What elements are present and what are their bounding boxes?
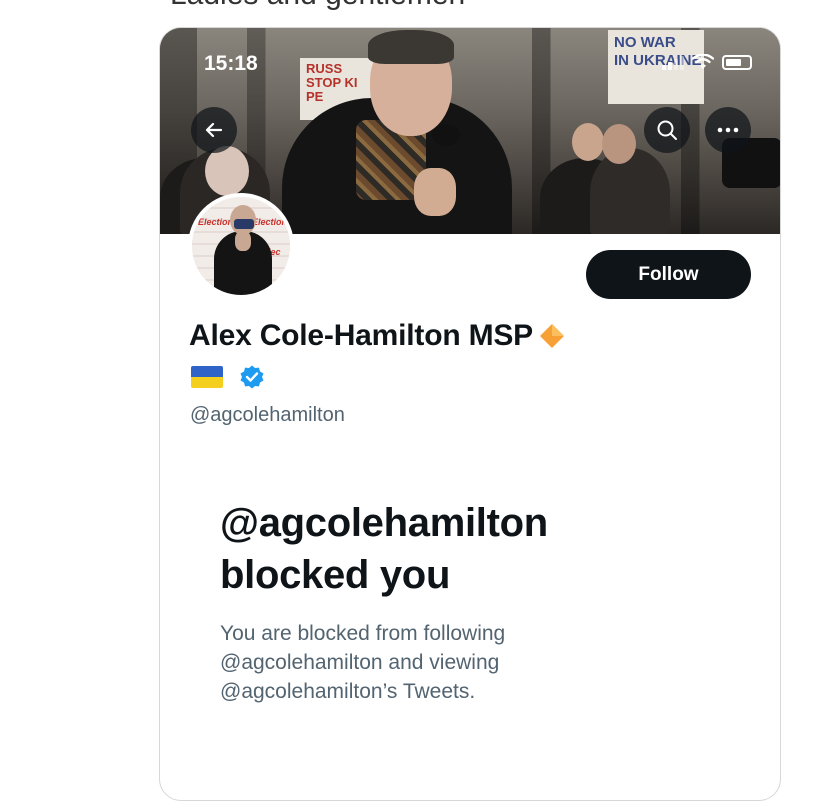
blocked-desc-line2: @agcolehamilton and viewing [220,651,500,674]
blocked-desc-line3: @agcolehamilton’s Tweets. [220,680,476,703]
avatar-text: Election [198,217,234,227]
back-button[interactable] [191,107,237,153]
wifi-icon [692,54,714,69]
diamond-emoji-icon [539,324,564,348]
crowd-head [572,123,604,161]
status-time: 15:18 [204,52,258,75]
battery-icon [722,55,752,70]
status-icons [662,54,752,70]
more-button[interactable] [705,107,751,153]
microphone [432,124,460,146]
ukraine-flag-icon [191,366,223,388]
crowd-head [602,124,636,164]
search-button[interactable] [644,107,690,153]
follow-button[interactable]: Follow [586,250,751,299]
blocked-description: You are blocked from following @agcoleha… [220,619,650,706]
crowd-head [205,146,249,196]
top-caption-cut: Ladies and gentlemen [170,0,465,12]
profile-card: RUSS STOP KI PE NO WAR IN UKRAINE 15:18 [159,27,781,801]
avatar-mask [234,219,254,229]
avatar-hands [235,231,251,251]
crowd-figure [590,148,670,234]
search-icon [657,120,677,140]
speaker-hair [368,30,454,64]
profile-name-text: Alex Cole-Hamilton MSP [189,319,533,352]
more-icon [717,127,739,133]
profile-name: Alex Cole-Hamilton MSP [189,319,565,353]
verified-badge-icon[interactable] [239,364,265,390]
speaker-hand [414,168,456,216]
back-arrow-icon [205,122,223,138]
signal-icon [662,56,684,70]
avatar[interactable]: Election Election Elec [188,193,294,299]
profile-badges [191,364,265,390]
blocked-desc-line1: You are blocked from following [220,622,506,645]
blocked-title-line1: @agcolehamilton [220,501,548,545]
profile-handle: @agcolehamilton [190,404,345,426]
blocked-title-line2: blocked you [220,553,451,597]
avatar-text: Election [252,217,288,227]
blocked-title: @agcolehamilton blocked you [220,497,680,601]
